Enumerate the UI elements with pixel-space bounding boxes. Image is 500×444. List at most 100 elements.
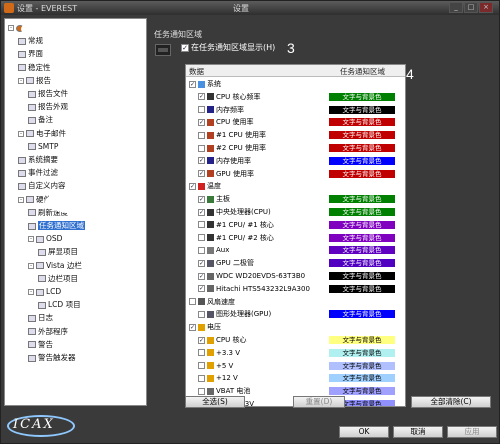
- sensor-checkbox[interactable]: ✓: [198, 195, 205, 203]
- sensor-checkbox[interactable]: ✓: [198, 259, 205, 267]
- sensor-checkbox[interactable]: ✓: [198, 336, 205, 344]
- sensor-row[interactable]: ✓ WDC WD20EVDS-63T3B0 文字与背景色: [186, 271, 405, 281]
- tree-item[interactable]: 警告: [28, 340, 53, 350]
- color-swatch-button[interactable]: 文字与背景色: [329, 195, 395, 204]
- tree-item[interactable]: 警告触发器: [28, 353, 76, 363]
- sensor-row[interactable]: #2 CPU 使用率 文字与背景色: [186, 143, 405, 153]
- color-swatch-button[interactable]: 文字与背景色: [329, 131, 395, 140]
- sensor-checkbox[interactable]: [198, 221, 205, 229]
- sensor-row[interactable]: ✓ 内存使用率 文字与背景色: [186, 156, 405, 166]
- sensor-row[interactable]: Aux 文字与背景色: [186, 245, 405, 255]
- clear-all-button[interactable]: 全部清除(C): [411, 396, 491, 408]
- tree-item[interactable]: 系统摘要: [18, 155, 58, 165]
- color-swatch-button[interactable]: 文字与背景色: [329, 348, 395, 357]
- reset-button[interactable]: 重置(D): [293, 396, 345, 408]
- tree-expander-icon[interactable]: -: [8, 25, 14, 31]
- sensor-row[interactable]: VBAT 电池 文字与背景色: [186, 386, 405, 396]
- sensor-checkbox[interactable]: ✓: [198, 93, 205, 101]
- sensor-checkbox[interactable]: [198, 362, 205, 370]
- sensor-checkbox[interactable]: [198, 349, 205, 357]
- sensor-checkbox[interactable]: [198, 374, 205, 382]
- tree-item[interactable]: 稳定性: [18, 63, 51, 73]
- select-all-button[interactable]: 全选(S): [185, 396, 245, 408]
- sensor-checkbox[interactable]: ✓: [198, 170, 205, 178]
- color-swatch-button[interactable]: 文字与背景色: [329, 233, 395, 242]
- color-swatch-button[interactable]: 文字与背景色: [329, 259, 395, 268]
- sensor-checkbox[interactable]: [198, 144, 205, 152]
- color-swatch-button[interactable]: 文字与背景色: [329, 208, 395, 216]
- tree-item[interactable]: - Vista 边栏: [28, 261, 82, 271]
- tree-item[interactable]: 备注: [28, 115, 53, 125]
- color-swatch-button[interactable]: 文字与背景色: [329, 361, 395, 370]
- sensor-row[interactable]: +3.3 V 文字与背景色: [186, 348, 405, 358]
- color-swatch-button[interactable]: 文字与背景色: [329, 272, 395, 280]
- sensor-row[interactable]: ✓ GPU 使用率 文字与背景色: [186, 169, 405, 179]
- tree-item[interactable]: 任务通知区域: [28, 221, 85, 231]
- maximize-button[interactable]: □: [464, 2, 478, 13]
- tree-item[interactable]: LCD 项目: [38, 300, 81, 310]
- color-swatch-button[interactable]: 文字与背景色: [329, 310, 395, 319]
- close-button[interactable]: ×: [479, 2, 493, 13]
- color-swatch-button[interactable]: 文字与背景色: [329, 336, 395, 344]
- sensor-checkbox[interactable]: [198, 131, 205, 139]
- tree-expander-icon[interactable]: -: [18, 130, 24, 137]
- checkbox-box[interactable]: ✓: [181, 43, 189, 52]
- cancel-button[interactable]: 取消: [393, 426, 443, 438]
- tree-expander-icon[interactable]: -: [28, 262, 34, 269]
- color-swatch-button[interactable]: 文字与背景色: [329, 169, 395, 178]
- tree-item[interactable]: 界面: [18, 49, 43, 59]
- color-swatch-button[interactable]: 文字与背景色: [329, 246, 395, 255]
- sensor-row[interactable]: #1 CPU 使用率 文字与背景色: [186, 130, 405, 140]
- sensor-checkbox[interactable]: [198, 387, 205, 395]
- sensor-row[interactable]: ✓ CPU 核心 文字与背景色: [186, 335, 405, 345]
- color-swatch-button[interactable]: 文字与背景色: [329, 92, 395, 101]
- tree-expander-icon[interactable]: -: [28, 289, 34, 295]
- tree-item[interactable]: 报告外观: [28, 102, 68, 112]
- tree-item[interactable]: 自定义内容: [18, 181, 66, 191]
- sensor-checkbox[interactable]: ✓: [198, 272, 205, 280]
- sensor-checkbox[interactable]: [198, 106, 205, 114]
- sensor-row[interactable]: ✓ CPU 核心频率 文字与背景色: [186, 92, 405, 102]
- sensor-checkbox[interactable]: ✓: [189, 80, 196, 88]
- show-in-tray-checkbox[interactable]: ✓ 在任务通知区域显示(H): [181, 42, 275, 53]
- sensor-list[interactable]: 数据 任务通知区域 ✓ 系统 ✓ CPU 核心频率 文字与背景色 内存频率 文字与背景色 ✓ C…: [185, 64, 406, 407]
- sensor-row[interactable]: ✓ GPU 二极管 文字与背景色: [186, 258, 405, 268]
- sensor-checkbox[interactable]: [189, 298, 196, 306]
- sensor-checkbox[interactable]: ✓: [189, 182, 196, 190]
- sensor-row[interactable]: +5 V 文字与背景色: [186, 361, 405, 371]
- sensor-group-row[interactable]: 风扇速度: [186, 297, 405, 307]
- sensor-row[interactable]: 图形处理器(GPU) 文字与背景色: [186, 309, 405, 319]
- sensor-row[interactable]: +12 V 文字与背景色: [186, 373, 405, 383]
- tree-item[interactable]: - OSD: [28, 234, 62, 244]
- column-header-data[interactable]: 数据: [189, 66, 204, 77]
- tree-item[interactable]: 外部程序: [28, 327, 68, 337]
- tree-expander-icon[interactable]: -: [18, 196, 24, 203]
- sensor-row[interactable]: #1 CPU/ #1 核心 文字与背景色: [186, 220, 405, 230]
- ok-button[interactable]: OK: [339, 426, 389, 438]
- sensor-group-row[interactable]: ✓ 电压: [186, 322, 405, 332]
- sensor-group-row[interactable]: ✓ 温度: [186, 181, 405, 191]
- sensor-checkbox[interactable]: ✓: [198, 157, 205, 165]
- sensor-checkbox[interactable]: [198, 246, 205, 254]
- color-swatch-button[interactable]: 文字与背景色: [329, 156, 395, 165]
- color-swatch-button[interactable]: 文字与背景色: [329, 105, 395, 114]
- apply-button[interactable]: 应用: [447, 426, 497, 438]
- tree-item[interactable]: 报告文件: [28, 89, 68, 99]
- tree-item[interactable]: 常规: [18, 36, 43, 46]
- tree-item[interactable]: 边栏项目: [38, 274, 78, 284]
- tree-expander-icon[interactable]: -: [18, 77, 24, 84]
- sensor-checkbox[interactable]: ✓: [198, 118, 205, 126]
- tree-item[interactable]: - LCD: [28, 287, 61, 297]
- minimize-button[interactable]: _: [449, 2, 463, 13]
- color-swatch-button[interactable]: 文字与背景色: [329, 144, 395, 152]
- tree-item[interactable]: 屏显项目: [38, 247, 78, 257]
- sensor-checkbox[interactable]: [198, 310, 205, 318]
- color-swatch-button[interactable]: 文字与背景色: [329, 220, 395, 229]
- sensor-checkbox[interactable]: [198, 234, 205, 242]
- sensor-row[interactable]: ✓ 主板 文字与背景色: [186, 194, 405, 204]
- tree-item[interactable]: - 电子邮件: [18, 129, 66, 139]
- sensor-checkbox[interactable]: ✓: [198, 208, 205, 216]
- sensor-row[interactable]: ✓ Hitachi HTS543232L9A300 文字与背景色: [186, 284, 405, 294]
- tree-item[interactable]: - 报告: [18, 76, 51, 86]
- sensor-row[interactable]: 内存频率 文字与背景色: [186, 105, 405, 115]
